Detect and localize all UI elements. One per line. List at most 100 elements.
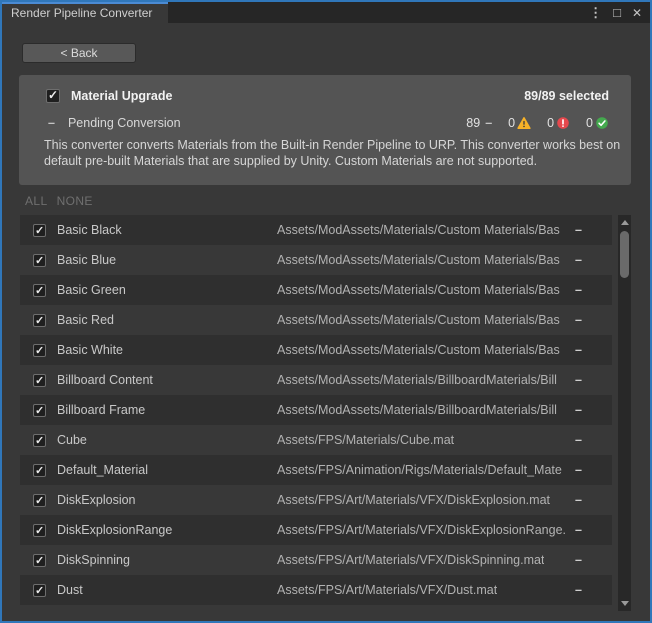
row-status-dash-icon: –: [575, 493, 582, 507]
scroll-down-icon[interactable]: [621, 601, 629, 606]
material-list: Basic Black Assets/ModAssets/Materials/C…: [20, 215, 612, 605]
warning-icon: [517, 116, 531, 130]
select-buttons: ALL NONE: [25, 194, 93, 208]
material-row[interactable]: DiskSpinning Assets/FPS/Art/Materials/VF…: [20, 545, 612, 575]
select-none-button[interactable]: NONE: [57, 194, 93, 208]
row-status-dash-icon: –: [575, 313, 582, 327]
material-row[interactable]: Dust Assets/FPS/Art/Materials/VFX/Dust.m…: [20, 575, 612, 605]
converter-description: This converter converts Materials from t…: [44, 137, 622, 169]
material-name: Basic Red: [57, 313, 114, 327]
row-checkbox[interactable]: [33, 254, 46, 267]
row-checkbox[interactable]: [33, 554, 46, 567]
material-row[interactable]: Default_Material Assets/FPS/Animation/Ri…: [20, 455, 612, 485]
material-path: Assets/FPS/Art/Materials/VFX/Dust.mat: [277, 583, 497, 597]
selected-summary: 89/89 selected: [524, 89, 609, 103]
material-path: Assets/FPS/Art/Materials/VFX/DiskExplosi…: [277, 493, 550, 507]
material-name: Dust: [57, 583, 83, 597]
select-all-button[interactable]: ALL: [25, 194, 48, 208]
row-checkbox[interactable]: [33, 284, 46, 297]
window-tab[interactable]: Render Pipeline Converter: [2, 2, 168, 23]
converter-title: Material Upgrade: [71, 89, 172, 103]
row-checkbox[interactable]: [33, 344, 46, 357]
row-status-dash-icon: –: [575, 343, 582, 357]
row-checkbox[interactable]: [33, 524, 46, 537]
material-path: Assets/ModAssets/Materials/Custom Materi…: [277, 343, 560, 357]
row-status-dash-icon: –: [575, 553, 582, 567]
material-path: Assets/ModAssets/Materials/Custom Materi…: [277, 313, 560, 327]
row-status-dash-icon: –: [575, 373, 582, 387]
material-path: Assets/FPS/Materials/Cube.mat: [277, 433, 454, 447]
row-checkbox[interactable]: [33, 494, 46, 507]
success-count: 0: [586, 116, 593, 130]
render-pipeline-converter-window: Render Pipeline Converter ⋮ □ ✕ < Back M…: [0, 0, 652, 623]
pending-count: 89: [466, 116, 480, 130]
row-status-dash-icon: –: [575, 403, 582, 417]
row-status-dash-icon: –: [575, 283, 582, 297]
material-row[interactable]: DiskExplosionRange Assets/FPS/Art/Materi…: [20, 515, 612, 545]
material-name: DiskExplosion: [57, 493, 136, 507]
row-status-dash-icon: –: [575, 253, 582, 267]
pending-dash-icon: –: [48, 116, 55, 130]
warning-count: 0: [508, 116, 515, 130]
row-status-dash-icon: –: [575, 463, 582, 477]
material-path: Assets/FPS/Art/Materials/VFX/DiskSpinnin…: [277, 553, 544, 567]
material-row[interactable]: Basic White Assets/ModAssets/Materials/C…: [20, 335, 612, 365]
pending-count-dash-icon: –: [485, 116, 492, 130]
row-checkbox[interactable]: [33, 434, 46, 447]
window-controls: ⋮ □ ✕: [589, 2, 642, 23]
row-checkbox[interactable]: [33, 464, 46, 477]
material-path: Assets/ModAssets/Materials/Custom Materi…: [277, 283, 560, 297]
material-name: Default_Material: [57, 463, 148, 477]
material-row[interactable]: Basic Green Assets/ModAssets/Materials/C…: [20, 275, 612, 305]
material-name: DiskExplosionRange: [57, 523, 172, 537]
material-path: Assets/FPS/Animation/Rigs/Materials/Defa…: [277, 463, 562, 477]
success-icon: [595, 116, 609, 130]
scrollbar-thumb[interactable]: [620, 231, 629, 278]
row-checkbox[interactable]: [33, 224, 46, 237]
row-checkbox[interactable]: [33, 584, 46, 597]
back-button[interactable]: < Back: [22, 43, 136, 63]
row-status-dash-icon: –: [575, 433, 582, 447]
row-status-dash-icon: –: [575, 523, 582, 537]
material-name: Cube: [57, 433, 87, 447]
material-row[interactable]: DiskExplosion Assets/FPS/Art/Materials/V…: [20, 485, 612, 515]
material-name: DiskSpinning: [57, 553, 130, 567]
maximize-icon[interactable]: □: [613, 5, 621, 20]
titlebar: Render Pipeline Converter ⋮ □ ✕: [2, 2, 650, 23]
material-path: Assets/ModAssets/Materials/BillboardMate…: [277, 373, 557, 387]
pending-counts: 89 – 0 0: [466, 116, 609, 130]
converter-panel: Material Upgrade 89/89 selected – Pendin…: [19, 75, 631, 185]
material-row[interactable]: Basic Black Assets/ModAssets/Materials/C…: [20, 215, 612, 245]
material-name: Billboard Frame: [57, 403, 145, 417]
scroll-up-icon[interactable]: [621, 220, 629, 225]
error-count: 0: [547, 116, 554, 130]
converter-checkbox[interactable]: [46, 89, 60, 103]
error-icon: [556, 116, 570, 130]
row-checkbox[interactable]: [33, 374, 46, 387]
scrollbar[interactable]: [618, 215, 631, 611]
material-name: Basic Green: [57, 283, 126, 297]
material-name: Billboard Content: [57, 373, 153, 387]
window-menu-icon[interactable]: ⋮: [589, 5, 602, 21]
material-path: Assets/FPS/Art/Materials/VFX/DiskExplosi…: [277, 523, 566, 537]
material-path: Assets/ModAssets/Materials/Custom Materi…: [277, 223, 560, 237]
material-row[interactable]: Cube Assets/FPS/Materials/Cube.mat –: [20, 425, 612, 455]
row-status-dash-icon: –: [575, 223, 582, 237]
material-row[interactable]: Billboard Content Assets/ModAssets/Mater…: [20, 365, 612, 395]
material-name: Basic Blue: [57, 253, 116, 267]
converter-header: Material Upgrade 89/89 selected: [46, 87, 609, 105]
material-name: Basic Black: [57, 223, 122, 237]
material-row[interactable]: Basic Blue Assets/ModAssets/Materials/Cu…: [20, 245, 612, 275]
material-name: Basic White: [57, 343, 123, 357]
window-tab-title: Render Pipeline Converter: [11, 6, 152, 20]
row-status-dash-icon: –: [575, 583, 582, 597]
material-row[interactable]: Billboard Frame Assets/ModAssets/Materia…: [20, 395, 612, 425]
pending-label: Pending Conversion: [68, 116, 181, 130]
close-icon[interactable]: ✕: [632, 6, 642, 20]
material-path: Assets/ModAssets/Materials/BillboardMate…: [277, 403, 557, 417]
material-path: Assets/ModAssets/Materials/Custom Materi…: [277, 253, 560, 267]
row-checkbox[interactable]: [33, 314, 46, 327]
material-row[interactable]: Basic Red Assets/ModAssets/Materials/Cus…: [20, 305, 612, 335]
row-checkbox[interactable]: [33, 404, 46, 417]
pending-conversion-row: – Pending Conversion 89 – 0 0: [48, 114, 609, 132]
